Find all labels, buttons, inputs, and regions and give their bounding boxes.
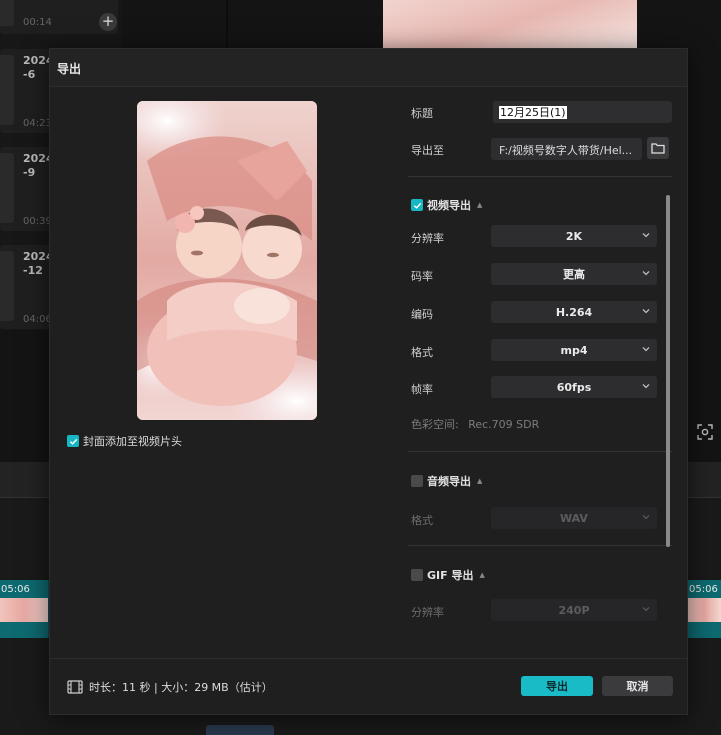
check-icon (69, 438, 77, 445)
clip-time: 05:06 (1, 584, 30, 595)
colorspace-info: 色彩空间: Rec.709 SDR (411, 416, 539, 432)
check-icon (413, 202, 421, 209)
video-export-label: 视频导出 (427, 199, 471, 212)
cover-checkbox-row[interactable]: 封面添加至视频片头 (67, 433, 182, 449)
timeline-item[interactable] (206, 725, 274, 735)
chevron-down-icon (642, 384, 650, 389)
chevron-down-icon (642, 271, 650, 276)
folder-icon (651, 143, 665, 154)
clip-thumbnail (688, 598, 721, 622)
cover-checkbox[interactable] (67, 435, 79, 447)
export-dialog: 导出 封面添加至视频片头 标题 12月25日(1) 导出至 F:/视频号数字人带… (49, 48, 688, 715)
panel-divider (226, 0, 228, 48)
title-input-value: 12月25日(1) (499, 106, 567, 119)
media-thumb (0, 153, 14, 223)
chevron-down-icon (642, 515, 650, 520)
framerate-select[interactable]: 60fps (491, 376, 657, 398)
resolution-value: 2K (565, 229, 583, 243)
codec-label: 编码 (411, 308, 433, 321)
chevron-down-icon (642, 347, 650, 352)
export-button[interactable]: 导出 (521, 676, 593, 696)
media-item-date-suffix: -9 (23, 166, 36, 179)
gif-export-label: GIF 导出 (427, 569, 474, 582)
clip-thumbnail (0, 598, 48, 622)
media-thumb (0, 55, 14, 125)
cover-checkbox-label: 封面添加至视频片头 (83, 435, 182, 448)
player-preview (383, 0, 637, 48)
gif-resolution-label: 分辨率 (411, 606, 444, 619)
export-estimate: 时长：11 秒 | 大小：29 MB（估计） (67, 679, 273, 695)
bitrate-value: 更高 (563, 268, 585, 281)
settings-scrollbar[interactable] (666, 195, 670, 547)
add-media-icon[interactable]: + (99, 13, 117, 31)
colorspace-label: 色彩空间: (411, 418, 459, 431)
gif-export-toggle[interactable]: GIF 导出 ▲ (411, 567, 485, 583)
dialog-title: 导出 (57, 62, 82, 76)
framerate-label: 帧率 (411, 383, 433, 396)
cancel-button[interactable]: 取消 (602, 676, 673, 696)
crop-icon[interactable] (697, 424, 713, 440)
video-export-checkbox[interactable] (411, 199, 423, 211)
film-icon (67, 680, 83, 694)
media-item-duration: 00:39 (23, 216, 52, 227)
media-item-duration: 04:06 (23, 314, 52, 325)
dialog-footer: 时长：11 秒 | 大小：29 MB（估计） 导出 取消 (50, 658, 687, 715)
media-thumb (0, 251, 14, 321)
chevron-down-icon (642, 233, 650, 238)
codec-value: H.264 (555, 305, 593, 319)
format-value: mp4 (560, 343, 588, 357)
cover-preview[interactable] (137, 101, 317, 420)
resolution-label: 分辨率 (411, 232, 444, 245)
audio-export-label: 音频导出 (427, 475, 471, 488)
audio-format-value: WAV (560, 511, 588, 525)
resolution-select[interactable]: 2K (491, 225, 657, 247)
browse-folder-button[interactable] (647, 137, 669, 159)
collapse-caret-icon[interactable]: ▲ (477, 201, 482, 209)
media-item-duration: 00:14 (23, 17, 52, 28)
media-item-duration: 04:23 (23, 118, 52, 129)
export-to-label: 导出至 (411, 144, 444, 157)
cover-image (137, 101, 317, 420)
chevron-down-icon (642, 309, 650, 314)
media-item-date-suffix: -12 (23, 264, 43, 277)
collapse-caret-icon[interactable]: ▲ (479, 571, 484, 579)
framerate-value: 60fps (556, 380, 592, 394)
audio-export-toggle[interactable]: 音频导出 ▲ (411, 473, 482, 489)
divider (408, 176, 672, 177)
gif-export-checkbox[interactable] (411, 569, 423, 581)
media-item-date-suffix: -6 (23, 68, 36, 81)
format-label: 格式 (411, 346, 433, 359)
clip-time: 05:06 (689, 584, 718, 595)
audio-export-checkbox[interactable] (411, 475, 423, 487)
audio-format-select[interactable]: WAV (491, 507, 657, 529)
audio-format-label: 格式 (411, 514, 433, 527)
divider (408, 451, 672, 452)
colorspace-value: Rec.709 SDR (468, 418, 540, 431)
title-label: 标题 (411, 107, 433, 120)
export-path-input[interactable]: F:/视频号数字人带货/Hel... (491, 138, 642, 160)
divider (408, 545, 672, 546)
bitrate-select[interactable]: 更高 (491, 263, 657, 285)
bitrate-label: 码率 (411, 270, 433, 283)
codec-select[interactable]: H.264 (491, 301, 657, 323)
chevron-down-icon (642, 607, 650, 612)
gif-resolution-value: 240P (558, 603, 590, 617)
dialog-header: 导出 (50, 49, 687, 87)
format-select[interactable]: mp4 (491, 339, 657, 361)
gif-resolution-select[interactable]: 240P (491, 599, 657, 621)
duration-size-text: 时长：11 秒 | 大小：29 MB（估计） (89, 681, 273, 694)
video-export-toggle[interactable]: 视频导出 ▲ (411, 197, 482, 213)
title-input[interactable]: 12月25日(1) (493, 101, 672, 123)
collapse-caret-icon[interactable]: ▲ (477, 477, 482, 485)
media-thumb (0, 0, 14, 26)
